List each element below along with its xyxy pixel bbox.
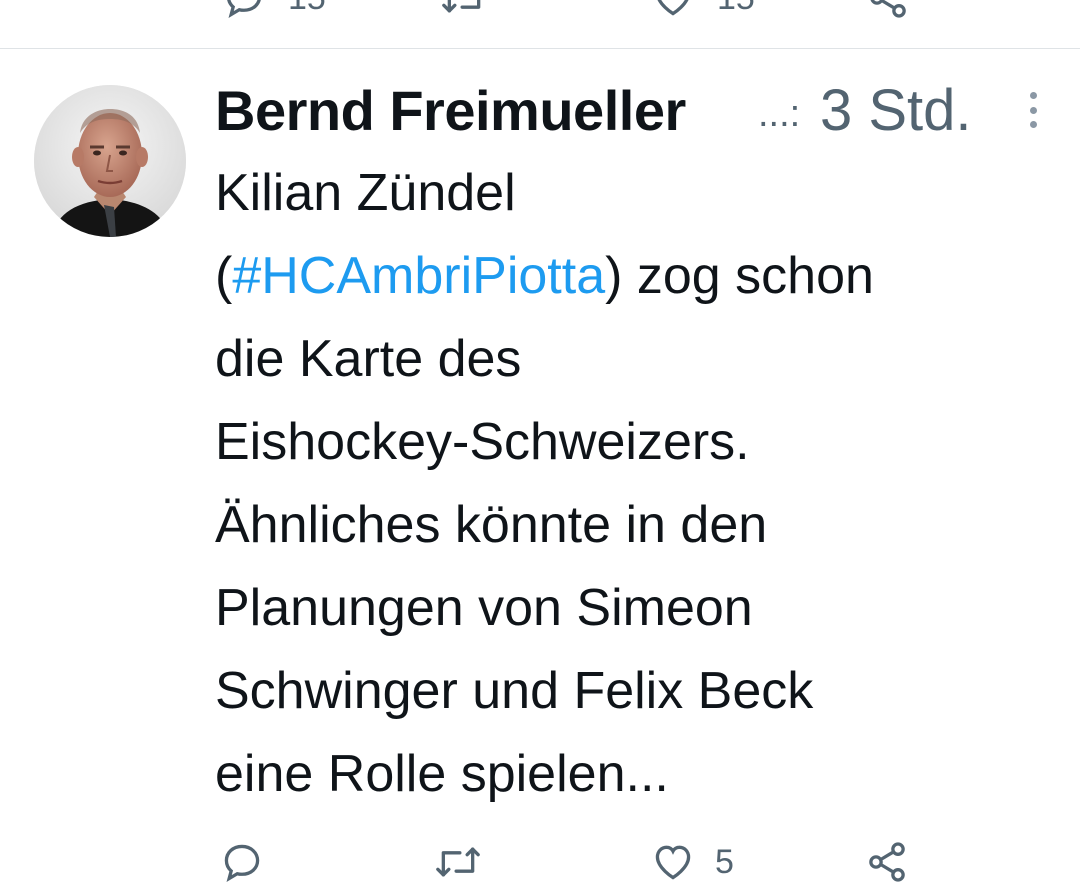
reply-icon (227, 0, 261, 18)
prev-retweet-button[interactable] (440, 0, 488, 20)
share-icon (869, 842, 905, 882)
heart-icon (657, 0, 689, 16)
tweet-timestamp[interactable]: 3 Std. (820, 76, 972, 146)
author-name[interactable]: Bernd Freimueller (215, 76, 686, 146)
retweet-button[interactable] (432, 840, 484, 883)
tweet-text-line: Ähnliches könnte in den (215, 496, 768, 554)
tweet-text-line: Kilian Zündel (215, 164, 516, 222)
prev-reply-button[interactable]: 15 (222, 0, 326, 20)
text-fragment: ) zog schon (605, 247, 874, 305)
author-avatar[interactable] (34, 85, 186, 237)
tweet-text-line: (#HCAmbriPiotta) zog schon (215, 235, 1045, 318)
tweet-text-line: die Karte des (215, 330, 522, 388)
tweet-actions: 5 (0, 840, 1080, 883)
author-handle-truncated[interactable]: ...: (758, 76, 800, 152)
vertical-dot (1029, 121, 1037, 128)
avatar-photo (34, 85, 186, 237)
share-icon (870, 0, 906, 18)
like-count: 5 (715, 843, 734, 881)
timeline: 15 15 (0, 0, 1080, 883)
like-button[interactable]: 5 (651, 840, 734, 883)
reply-button[interactable] (220, 840, 264, 883)
prev-reply-count: 15 (288, 0, 326, 15)
tweet-text-line: Schwinger und Felix Beck (215, 662, 814, 720)
prev-like-count: 15 (717, 0, 755, 15)
tweet-text-line: Planungen von Simeon (215, 579, 753, 637)
text-fragment: ( (215, 247, 233, 305)
more-options-button[interactable] (1021, 90, 1045, 130)
hashtag-link[interactable]: #HCAmbriPiotta (232, 247, 605, 305)
vertical-dots-icon (1029, 92, 1037, 99)
heart-icon (655, 845, 691, 880)
retweet-icon (442, 0, 481, 13)
prev-share-button[interactable] (866, 0, 910, 20)
tweet-text: Kilian Zündel (#HCAmbriPiotta) zog schon… (215, 152, 1045, 816)
tweet-header: Bernd Freimueller ...: 3 Std. (215, 76, 1045, 146)
tweet-text-line: eine Rolle spielen... (215, 745, 669, 803)
previous-tweet-actions: 15 15 (0, 0, 1080, 20)
reply-icon (224, 844, 260, 882)
share-button[interactable] (865, 840, 909, 883)
tweet-divider (0, 48, 1080, 49)
retweet-icon (436, 847, 480, 877)
prev-like-button[interactable]: 15 (651, 0, 755, 20)
tweet-text-line: Eishockey-Schweizers. (215, 413, 750, 471)
vertical-dot (1029, 106, 1037, 114)
